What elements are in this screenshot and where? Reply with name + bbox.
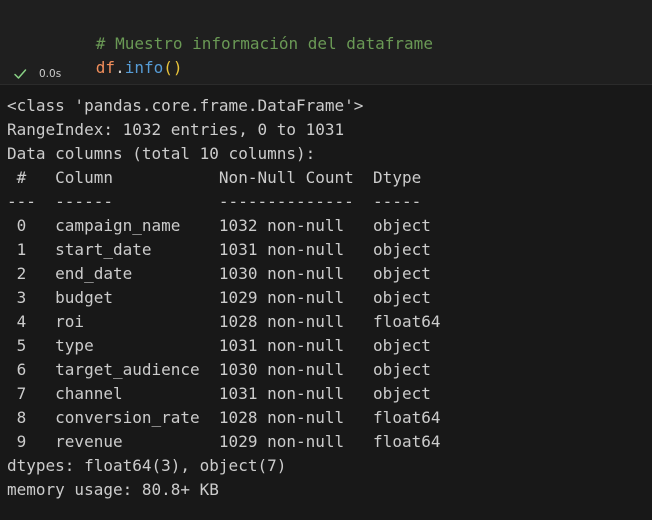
output-line: 4 roi 1028 non-null float64 [7, 312, 441, 331]
output-line: 1 start_date 1031 non-null object [7, 240, 441, 259]
output-line: 9 revenue 1029 non-null float64 [7, 432, 441, 451]
output-line: 0 campaign_name 1032 non-null object [7, 216, 441, 235]
code-parens: () [163, 58, 183, 77]
code-method: info [124, 58, 164, 77]
output-line: 8 conversion_rate 1028 non-null float64 [7, 408, 441, 427]
check-icon [13, 67, 27, 81]
output-line: 5 type 1031 non-null object [7, 336, 441, 355]
code-editor[interactable]: # Muestro información del dataframe df.i… [0, 0, 652, 84]
cell-output: <class 'pandas.core.frame.DataFrame'> Ra… [0, 85, 652, 520]
output-line: 3 budget 1029 non-null object [7, 288, 441, 307]
notebook-cell: # Muestro información del dataframe df.i… [0, 0, 652, 520]
output-line: 6 target_audience 1030 non-null object [7, 360, 441, 379]
code-dot: . [115, 58, 125, 77]
output-line: 7 channel 1031 non-null object [7, 384, 441, 403]
execution-status: 0.0s [13, 65, 61, 83]
code-variable: df [95, 58, 116, 77]
output-line: RangeIndex: 1032 entries, 0 to 1031 [7, 120, 345, 139]
execution-time: 0.0s [39, 68, 62, 80]
output-line: # Column Non-Null Count Dtype [7, 168, 441, 187]
output-line: memory usage: 80.8+ KB [7, 480, 219, 499]
output-line: <class 'pandas.core.frame.DataFrame'> [7, 96, 364, 115]
output-line: --- ------ -------------- ----- [7, 192, 441, 211]
output-line: dtypes: float64(3), object(7) [7, 456, 287, 475]
output-line: 2 end_date 1030 non-null object [7, 264, 441, 283]
output-line: Data columns (total 10 columns): [7, 144, 316, 163]
